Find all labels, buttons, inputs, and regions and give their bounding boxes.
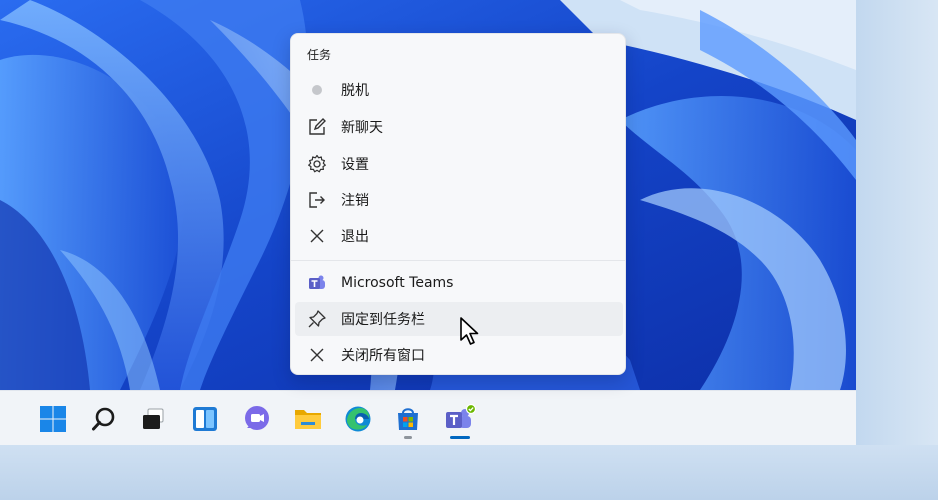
sign-out-icon	[307, 190, 327, 210]
close-icon	[307, 345, 327, 365]
screen-edge	[856, 0, 938, 445]
menu-item-label: 脱机	[341, 83, 369, 99]
menu-item-microsoft-teams[interactable]: Microsoft Teams	[295, 266, 623, 300]
search-button[interactable]	[87, 402, 121, 436]
task-view-button[interactable]	[136, 402, 170, 436]
menu-item-settings[interactable]: 设置	[295, 147, 623, 181]
menu-item-label: 固定到任务栏	[341, 312, 425, 328]
mouse-pointer-icon	[460, 317, 479, 345]
menu-item-label: Microsoft Teams	[341, 275, 454, 291]
search-icon	[92, 407, 115, 431]
windows-logo-icon	[40, 406, 66, 432]
teams-button[interactable]	[443, 402, 477, 436]
edge-button[interactable]	[341, 402, 375, 436]
teams-icon	[307, 273, 327, 293]
chat-button[interactable]	[240, 402, 274, 436]
menu-item-quit[interactable]: 退出	[295, 219, 623, 253]
store-running-indicator	[404, 436, 412, 439]
teams-icon	[446, 404, 477, 428]
menu-item-sign-out[interactable]: 注销	[295, 183, 623, 217]
start-button[interactable]	[36, 402, 70, 436]
widgets-button[interactable]	[188, 402, 222, 436]
file-explorer-button[interactable]	[291, 402, 325, 436]
status-dot-icon	[307, 80, 327, 100]
pin-icon	[307, 309, 327, 329]
teams-jump-list-menu: 任务 脱机 新聊天 设置 注销 退出 Microsoft Teams 固定到任务…	[290, 33, 626, 375]
screen-bottom-reflection	[0, 445, 938, 500]
store-icon	[398, 408, 418, 430]
widgets-icon	[193, 407, 217, 431]
menu-item-new-chat[interactable]: 新聊天	[295, 110, 623, 144]
folder-icon	[295, 410, 321, 429]
menu-item-label: 设置	[341, 157, 369, 173]
menu-section-title: 任务	[307, 48, 332, 62]
taskbar	[0, 390, 856, 445]
store-button[interactable]	[391, 402, 425, 436]
close-icon	[307, 226, 327, 246]
task-view-icon	[143, 408, 164, 429]
teams-active-indicator	[450, 436, 470, 439]
menu-item-offline[interactable]: 脱机	[295, 73, 623, 107]
menu-item-label: 注销	[341, 193, 369, 209]
menu-divider	[291, 260, 625, 261]
chat-icon	[245, 406, 269, 430]
edge-icon	[345, 406, 371, 432]
menu-item-label: 新聊天	[341, 120, 383, 136]
menu-item-label: 关闭所有窗口	[341, 348, 425, 364]
gear-icon	[307, 154, 327, 174]
menu-item-label: 退出	[341, 229, 369, 245]
compose-icon	[307, 117, 327, 137]
